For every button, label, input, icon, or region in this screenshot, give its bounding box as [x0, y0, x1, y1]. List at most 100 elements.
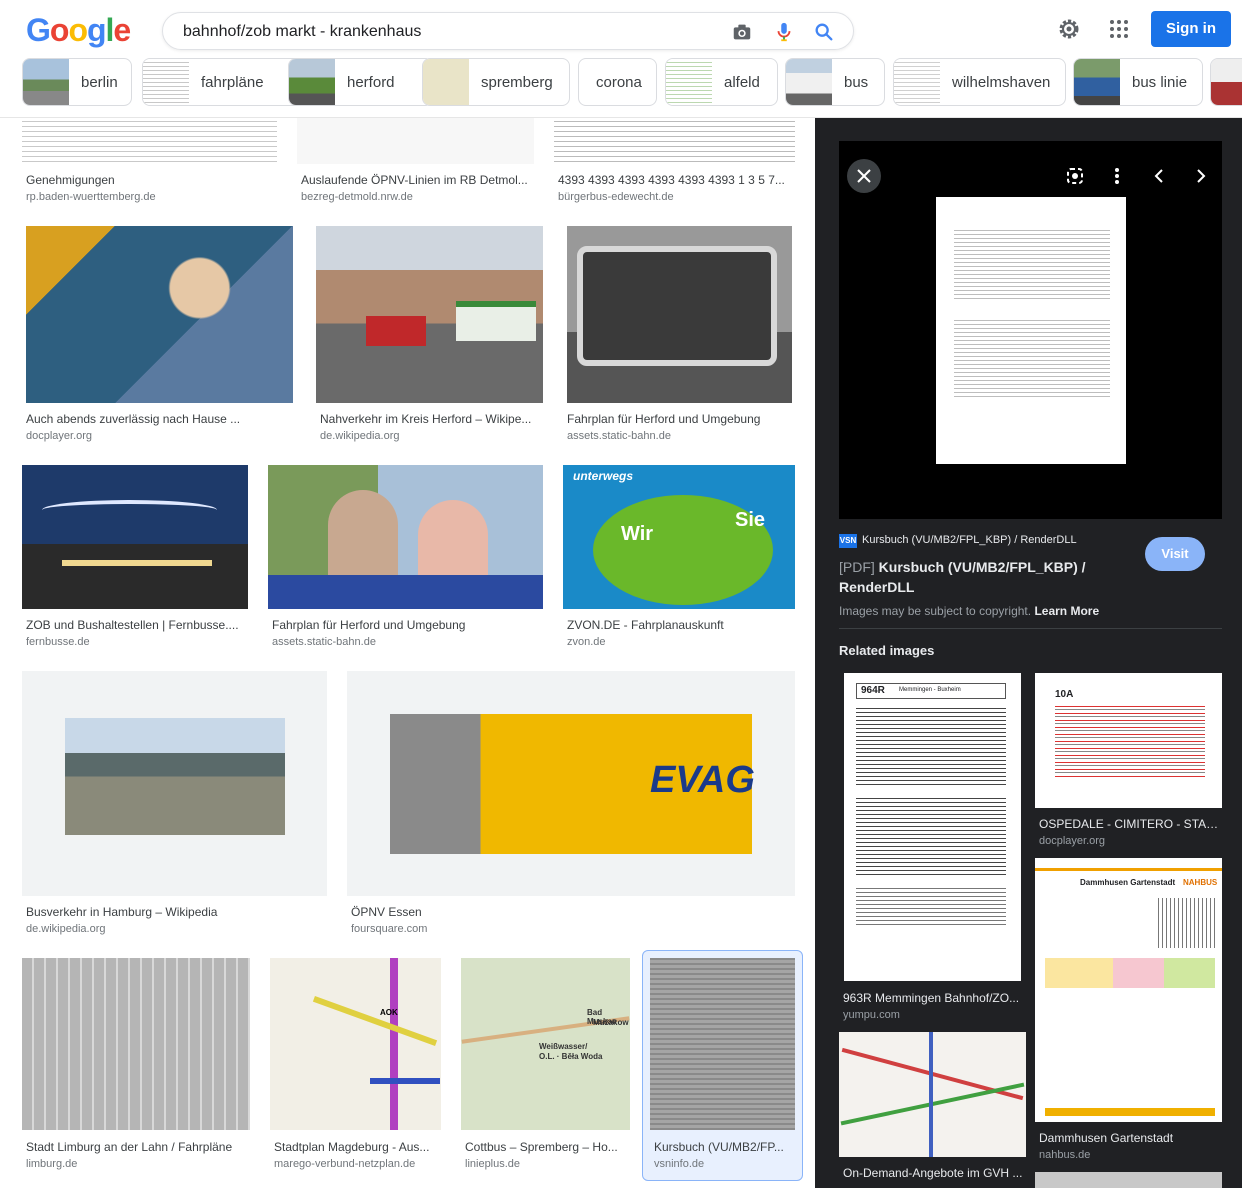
apps-grid-icon[interactable] [1107, 17, 1131, 41]
result-image[interactable] [650, 958, 795, 1130]
result-caption[interactable]: Cottbus – Spremberg – Ho... [465, 1140, 627, 1154]
zvon-text: Wir [621, 523, 654, 545]
chip-alfeld[interactable]: alfeld [665, 58, 778, 106]
chip-corona[interactable]: corona [578, 58, 657, 106]
preview-image-area [839, 141, 1222, 519]
search-input[interactable]: bahnhof/zob markt - krankenhaus [183, 23, 421, 41]
related-caption[interactable]: OSPEDALE - CIMITERO - STAZI... [1039, 817, 1219, 831]
chip-bus[interactable]: bus [785, 58, 885, 106]
result-source[interactable]: bezreg-detmold.nrw.de [301, 191, 413, 203]
chip-berlin[interactable]: berlin [22, 58, 132, 106]
related-image[interactable] [1035, 1172, 1222, 1188]
result-source[interactable]: de.wikipedia.org [320, 430, 400, 442]
result-caption[interactable]: ÖPNV Essen [351, 905, 791, 919]
result-image[interactable]: Weißwasser/ O.L. · Běła Woda Bad Muskau … [461, 958, 630, 1130]
related-image[interactable]: 10A [1035, 673, 1222, 808]
related-image[interactable]: 964R Memmingen - Buxheim [844, 673, 1021, 981]
related-image[interactable] [839, 1032, 1026, 1157]
result-caption[interactable]: Auch abends zuverlässig nach Hause ... [26, 412, 296, 426]
result-image[interactable] [22, 671, 327, 896]
related-caption[interactable]: 963R Memmingen Bahnhof/ZO... [843, 991, 1023, 1005]
result-image[interactable]: EVAG [347, 671, 795, 896]
result-caption[interactable]: Kursbuch (VU/MB2/FP... [654, 1140, 792, 1154]
chip-thumbnail [666, 59, 712, 105]
next-button[interactable] [1184, 159, 1218, 193]
site-favicon: VSN [839, 534, 857, 548]
result-caption[interactable]: Stadt Limburg an der Lahn / Fahrpläne [26, 1140, 252, 1154]
result-image[interactable] [567, 226, 792, 403]
gear-icon[interactable] [1057, 17, 1081, 41]
result-source[interactable]: fernbusse.de [26, 636, 90, 648]
result-caption[interactable]: ZVON.DE - Fahrplanauskunft [567, 618, 795, 632]
result-image[interactable] [316, 226, 543, 403]
related-source[interactable]: nahbus.de [1039, 1149, 1090, 1161]
learn-more-link[interactable]: Learn More [1034, 604, 1099, 618]
result-source[interactable]: docplayer.org [26, 430, 92, 442]
camera-icon[interactable] [731, 21, 753, 43]
result-source[interactable]: de.wikipedia.org [26, 923, 106, 935]
result-source[interactable]: bürgerbus-edewecht.de [558, 191, 674, 203]
result-image[interactable]: AOK [270, 958, 441, 1130]
result-source[interactable]: assets.static-bahn.de [272, 636, 376, 648]
google-logo[interactable]: Google [26, 12, 131, 49]
sign-in-button[interactable]: Sign in [1151, 11, 1231, 47]
result-caption[interactable]: Nahverkehr im Kreis Herford – Wikipe... [320, 412, 540, 426]
previous-button[interactable] [1142, 159, 1176, 193]
result-source[interactable]: rp.baden-wuerttemberg.de [26, 191, 156, 203]
result-image[interactable] [22, 117, 277, 164]
close-button[interactable] [847, 159, 881, 193]
microphone-icon[interactable] [773, 21, 795, 43]
chip-wilhelmshaven[interactable]: wilhelmshaven [893, 58, 1066, 106]
result-source[interactable]: foursquare.com [351, 923, 427, 935]
result-image[interactable]: unterwegs Wir Sie [563, 465, 795, 609]
visit-button[interactable]: Visit [1145, 537, 1205, 571]
chip-bus-linie[interactable]: bus linie [1073, 58, 1203, 106]
chip-spremberg[interactable]: spremberg [422, 58, 570, 106]
result-image[interactable] [554, 117, 795, 164]
chip-more[interactable] [1210, 58, 1242, 106]
result-source[interactable]: vsninfo.de [654, 1158, 704, 1170]
search-box[interactable]: bahnhof/zob markt - krankenhaus [162, 12, 854, 50]
lens-button[interactable] [1058, 159, 1092, 193]
result-caption[interactable]: ZOB und Bushaltestellen | Fernbusse.... [26, 618, 244, 632]
related-image[interactable]: Dammhusen Gartenstadt NAHBUS [1035, 858, 1222, 1122]
chevron-left-icon [1154, 169, 1163, 183]
chip-label: bus [844, 74, 869, 91]
more-options-button[interactable] [1100, 159, 1134, 193]
related-source[interactable]: docplayer.org [1039, 835, 1105, 847]
result-source[interactable]: marego-verbund-netzplan.de [274, 1158, 415, 1170]
chip-thumbnail [894, 59, 940, 105]
result-caption[interactable]: Stadtplan Magdeburg - Aus... [274, 1140, 439, 1154]
result-caption[interactable]: Fahrplan für Herford und Umgebung [272, 618, 542, 632]
result-caption[interactable]: Auslaufende ÖPNV-Linien im RB Detmol... [301, 173, 533, 187]
result-title[interactable]: [PDF] Kursbuch (VU/MB2/FPL_KBP) / Render… [839, 557, 1139, 597]
result-caption[interactable]: Genehmigungen [26, 173, 276, 187]
chip-fahrplaene[interactable]: fahrpläne [142, 58, 302, 106]
result-caption[interactable]: Fahrplan für Herford und Umgebung [567, 412, 792, 426]
related-caption[interactable]: Dammhusen Gartenstadt [1039, 1131, 1219, 1145]
suggestion-chips: berlin fahrpläne herford spremberg coron… [22, 58, 1242, 106]
result-caption[interactable]: Busverkehr in Hamburg – Wikipedia [26, 905, 326, 919]
result-image[interactable] [22, 958, 250, 1130]
related-source[interactable]: yumpu.com [843, 1009, 900, 1021]
title-line: Kursbuch (VU/MB2/FPL_KBP) / [878, 559, 1086, 575]
result-source[interactable]: limburg.de [26, 1158, 77, 1170]
chip-thumbnail [1211, 59, 1242, 105]
result-source[interactable]: zvon.de [567, 636, 606, 648]
result-image[interactable] [26, 226, 293, 403]
chip-thumbnail [23, 59, 69, 105]
site-name[interactable]: Kursbuch (VU/MB2/FPL_KBP) / RenderDLL [862, 534, 1077, 546]
search-icon[interactable] [813, 21, 835, 43]
preview-document-image[interactable] [936, 197, 1126, 464]
result-source[interactable]: assets.static-bahn.de [567, 430, 671, 442]
chip-herford[interactable]: herford [288, 58, 433, 106]
result-source[interactable]: linieplus.de [465, 1158, 520, 1170]
doc-table [856, 705, 1006, 785]
result-image[interactable] [268, 465, 543, 609]
related-caption[interactable]: On-Demand-Angebote im GVH ... [843, 1166, 1028, 1180]
result-caption[interactable]: 4393 4393 4393 4393 4393 4393 1 3 5 7... [558, 173, 794, 187]
chip-thumbnail [1074, 59, 1120, 105]
result-image[interactable] [297, 117, 534, 164]
result-image[interactable] [22, 465, 248, 609]
seat-shape [268, 575, 543, 609]
